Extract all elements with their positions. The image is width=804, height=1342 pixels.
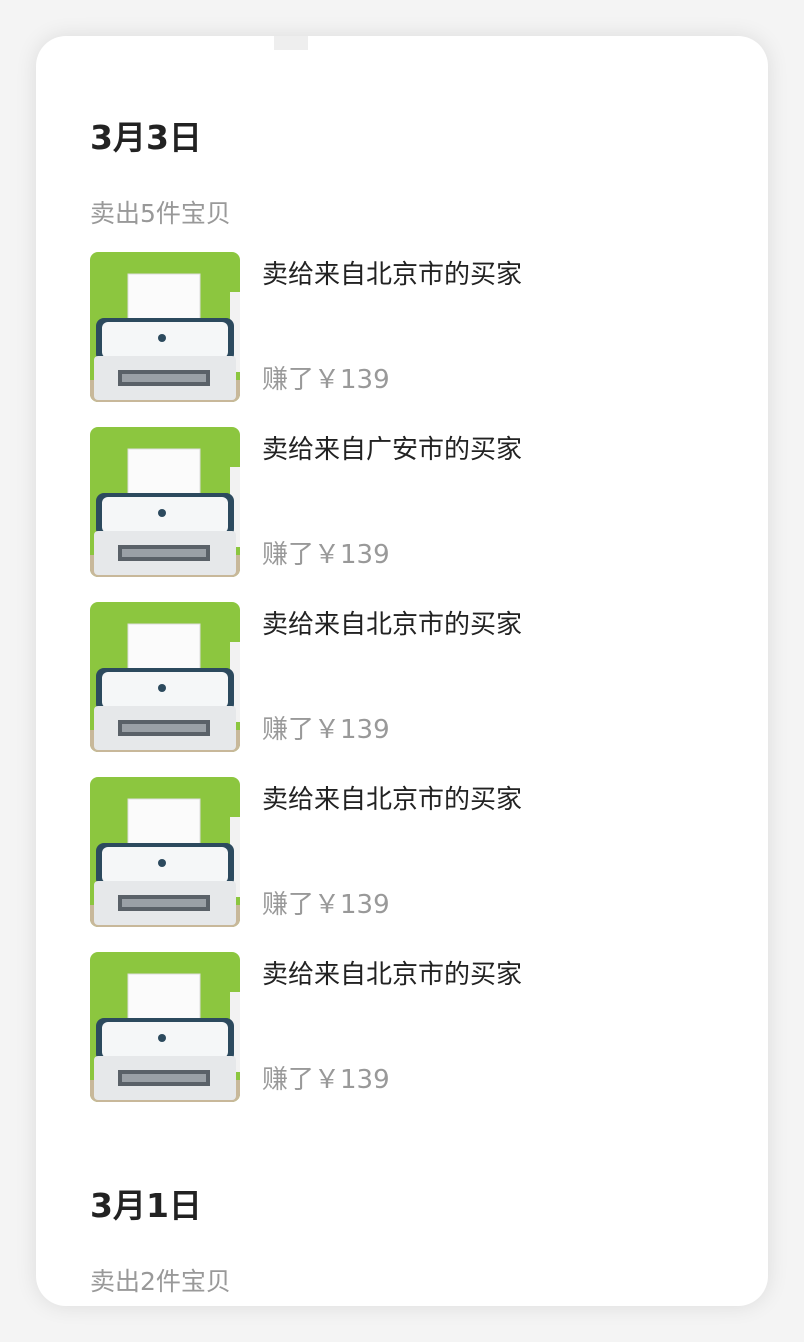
- sold-summary-mar1: 卖出2件宝贝: [90, 1267, 231, 1296]
- sale-item[interactable]: 卖给来自广安市的买家 赚了￥139: [90, 427, 710, 577]
- printer-thumbnail-icon: [90, 952, 240, 1102]
- date-heading-mar1: 3月1日: [90, 1186, 202, 1225]
- top-handle: [274, 36, 308, 50]
- earned-amount: 赚了￥139: [262, 365, 390, 395]
- printer-thumbnail-icon: [90, 602, 240, 752]
- buyer-location: 卖给来自北京市的买家: [262, 785, 523, 815]
- printer-photo-icon: [90, 952, 240, 1102]
- buyer-location: 卖给来自广安市的买家: [262, 435, 523, 465]
- sale-item[interactable]: 卖给来自北京市的买家 赚了￥139: [90, 777, 710, 927]
- date-heading-mar3: 3月3日: [90, 118, 202, 157]
- printer-photo-icon: [90, 427, 240, 577]
- buyer-location: 卖给来自北京市的买家: [262, 610, 523, 640]
- printer-thumbnail-icon: [90, 427, 240, 577]
- printer-photo-icon: [90, 602, 240, 752]
- earned-amount: 赚了￥139: [262, 1065, 390, 1095]
- sales-history-card: 3月3日 卖出5件宝贝 卖给来自北京市的买家 赚了￥139 卖给来自广安市的买家…: [36, 36, 768, 1306]
- printer-thumbnail-icon: [90, 252, 240, 402]
- printer-thumbnail-icon: [90, 777, 240, 927]
- earned-amount: 赚了￥139: [262, 890, 390, 920]
- earned-amount: 赚了￥139: [262, 540, 390, 570]
- sale-item[interactable]: 卖给来自北京市的买家 赚了￥139: [90, 252, 710, 402]
- sold-summary-mar3: 卖出5件宝贝: [90, 199, 231, 228]
- sale-item[interactable]: 卖给来自北京市的买家 赚了￥139: [90, 602, 710, 752]
- printer-photo-icon: [90, 777, 240, 927]
- earned-amount: 赚了￥139: [262, 715, 390, 745]
- printer-photo-icon: [90, 252, 240, 402]
- buyer-location: 卖给来自北京市的买家: [262, 260, 523, 290]
- sale-item[interactable]: 卖给来自北京市的买家 赚了￥139: [90, 952, 710, 1102]
- buyer-location: 卖给来自北京市的买家: [262, 960, 523, 990]
